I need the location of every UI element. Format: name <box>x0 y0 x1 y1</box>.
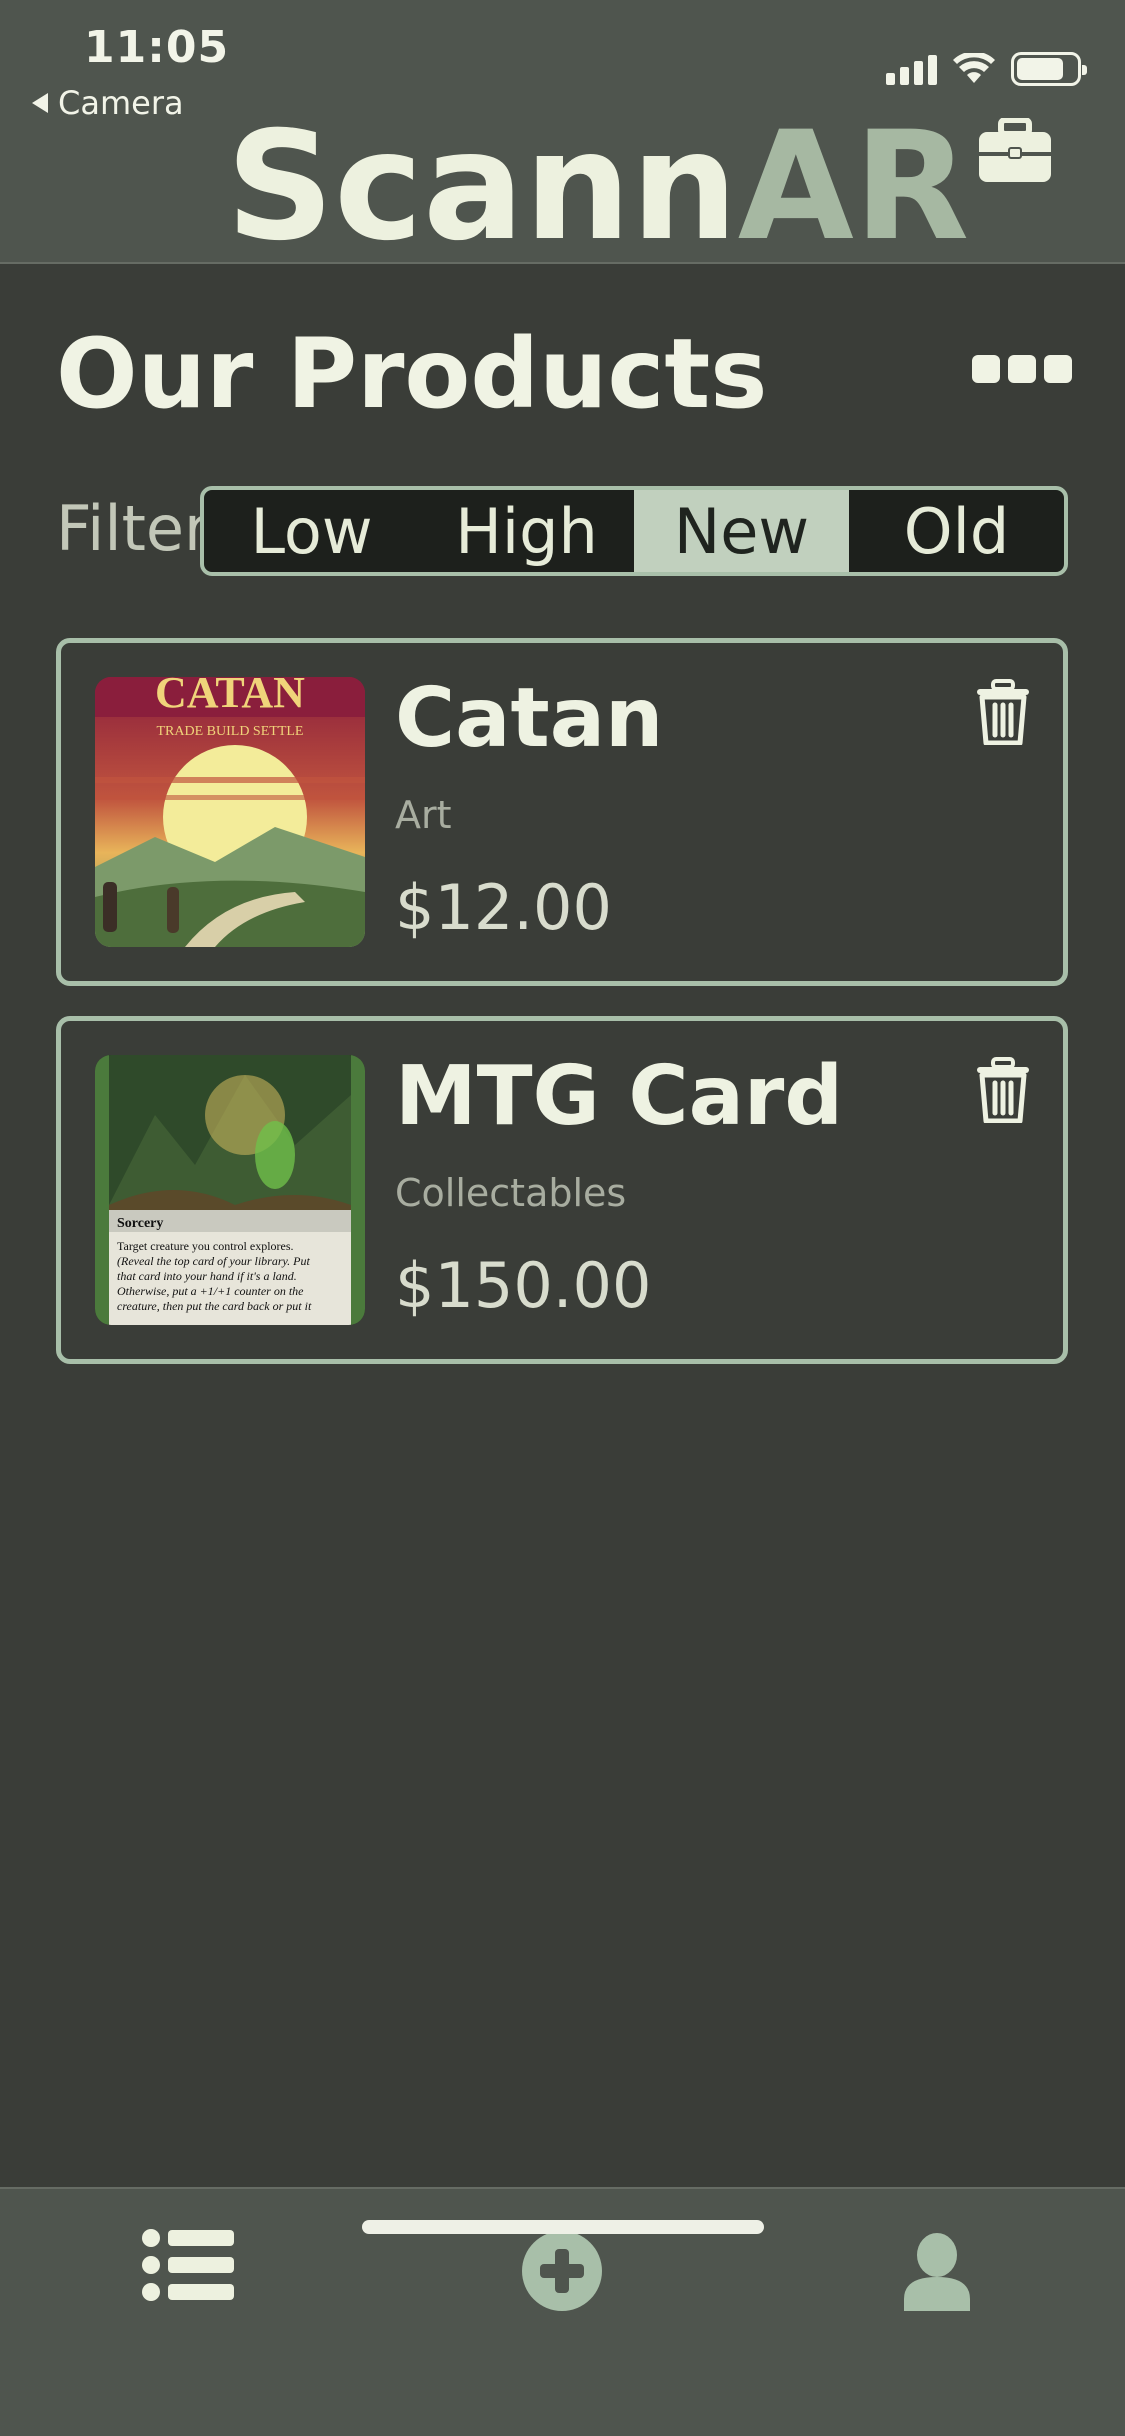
product-name: Catan <box>395 671 664 766</box>
svg-text:TRADE BUILD SETTLE: TRADE BUILD SETTLE <box>157 724 304 739</box>
product-image-catan: CATAN TRADE BUILD SETTLE <box>95 677 365 947</box>
svg-text:Target creature you control ex: Target creature you control explores. <box>117 1239 294 1253</box>
more-options-icon[interactable] <box>972 355 1072 383</box>
filter-label: Filter <box>56 492 210 565</box>
home-indicator[interactable] <box>362 2220 764 2234</box>
person-icon[interactable] <box>904 2233 970 2311</box>
product-price: $12.00 <box>395 871 612 944</box>
trash-icon[interactable] <box>975 1057 1031 1123</box>
products-screen: 11:05 Camera Scann AR Our Products Filte… <box>0 0 1125 2436</box>
list-icon[interactable] <box>142 2229 234 2301</box>
svg-text:(Reveal the top card of your l: (Reveal the top card of your library. Pu… <box>117 1254 311 1268</box>
product-category: Collectables <box>395 1171 627 1215</box>
product-card[interactable]: Sorcery Target creature you control expl… <box>56 1016 1068 1364</box>
app-logo: Scann AR <box>226 112 1053 262</box>
logo-text-ar: AR <box>737 100 970 274</box>
back-arrow-icon <box>32 93 48 113</box>
trash-icon[interactable] <box>975 679 1031 745</box>
briefcase-icon <box>979 118 1052 182</box>
filter-high[interactable]: High <box>419 490 634 572</box>
status-icons <box>886 52 1087 86</box>
top-bar: 11:05 Camera Scann AR <box>0 0 1125 264</box>
svg-text:Sorcery: Sorcery <box>117 1216 163 1231</box>
filter-low[interactable]: Low <box>204 490 419 572</box>
logo-text-scann: Scann <box>226 100 738 274</box>
page-title: Our Products <box>56 318 768 430</box>
filter-new[interactable]: New <box>634 490 849 572</box>
back-app-label: Camera <box>58 84 184 122</box>
product-name: MTG Card <box>395 1049 844 1144</box>
product-category: Art <box>395 793 452 837</box>
product-image-mtg-card: Sorcery Target creature you control expl… <box>95 1055 365 1325</box>
product-card[interactable]: CATAN TRADE BUILD SETTLE Catan Art $12.0… <box>56 638 1068 986</box>
plus-circle-icon[interactable] <box>522 2231 602 2311</box>
filter-segmented-control: Low High New Old <box>200 486 1068 576</box>
svg-text:CATAN: CATAN <box>155 677 305 717</box>
product-price: $150.00 <box>395 1249 652 1322</box>
status-time: 11:05 <box>84 22 230 73</box>
back-to-app-button[interactable]: Camera <box>32 84 184 122</box>
filter-old[interactable]: Old <box>849 490 1064 572</box>
svg-text:that card into your hand if it: that card into your hand if it's a land. <box>117 1269 297 1283</box>
svg-text:creature, then put the card ba: creature, then put the card back or put … <box>117 1299 312 1313</box>
cellular-signal-icon <box>886 53 937 85</box>
wifi-icon <box>953 53 995 83</box>
svg-text:Otherwise, put a +1/+1 counter: Otherwise, put a +1/+1 counter on the <box>117 1284 304 1298</box>
battery-icon <box>1011 52 1087 86</box>
